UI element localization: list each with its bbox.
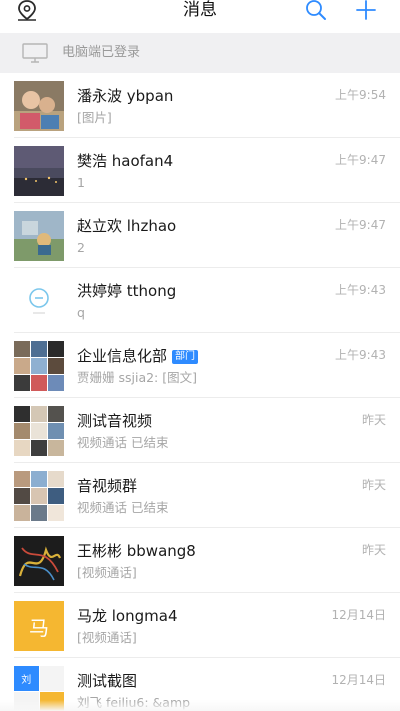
chat-preview: 1 <box>77 175 85 190</box>
chat-preview: [图片] <box>77 110 112 125</box>
search-icon[interactable] <box>304 0 328 22</box>
avatar: 马 <box>14 601 64 651</box>
avatar-initial: 马 <box>29 615 49 640</box>
chat-list: 潘永波 ybpan [图片] 上午9:54 樊浩 haofan4 1 上午9:4… <box>0 73 400 711</box>
chat-name: 测试音视频 <box>77 412 153 430</box>
chat-preview: 贾姗姗 ssjia2: [图文] <box>77 370 197 385</box>
group-name: 企业信息化部 <box>77 347 168 365</box>
avatar <box>14 211 64 261</box>
group-avatar <box>14 471 64 521</box>
chat-name: 洪婷婷 tthong <box>77 282 177 300</box>
chat-time: 昨天 <box>361 478 386 492</box>
chat-time: 上午9:43 <box>335 283 386 297</box>
department-badge: 部门 <box>172 350 199 364</box>
avatar <box>14 146 64 196</box>
chat-preview: 视频通话 已结束 <box>77 500 169 515</box>
chat-name: 马龙 longma4 <box>77 607 178 625</box>
chat-row[interactable]: 赵立欢 lhzhao 2 上午9:47 <box>0 203 400 268</box>
chat-row[interactable]: 音视频群 视频通话 已结束 昨天 <box>0 463 400 528</box>
chat-row[interactable]: 王彬彬 bbwang8 [视频通话] 昨天 <box>0 528 400 593</box>
group-avatar <box>14 406 64 456</box>
chat-time: 昨天 <box>361 413 386 427</box>
chat-name: 潘永波 ybpan <box>77 87 174 105</box>
chat-row[interactable]: 马 马龙 longma4 [视频通话] 12月14日 <box>0 593 400 658</box>
avatar <box>14 276 64 326</box>
avatar-initial: 刘 <box>14 666 39 691</box>
chat-row[interactable]: 测试音视频 视频通话 已结束 昨天 <box>0 398 400 463</box>
chat-time: 上午9:54 <box>335 88 386 102</box>
bottom-edge <box>0 700 400 711</box>
chat-time: 12月14日 <box>331 608 386 622</box>
page-title: 消息 <box>183 0 217 20</box>
monitor-icon <box>22 43 48 63</box>
chat-preview: 视频通话 已结束 <box>77 435 169 450</box>
chat-preview: q <box>77 305 85 320</box>
pc-login-text: 电脑端已登录 <box>62 45 141 60</box>
pc-login-banner[interactable]: 电脑端已登录 <box>0 33 400 73</box>
chat-time: 上午9:47 <box>335 218 386 232</box>
chat-preview: 2 <box>77 240 85 255</box>
chat-row[interactable]: 洪婷婷 tthong q 上午9:43 <box>0 268 400 333</box>
chat-name: 企业信息化部 部门 <box>77 346 199 366</box>
chat-name: 音视频群 <box>77 477 138 495</box>
avatar <box>14 81 64 131</box>
chat-name: 测试截图 <box>77 672 138 690</box>
chat-row[interactable]: 潘永波 ybpan [图片] 上午9:54 <box>0 73 400 138</box>
chat-time: 上午9:47 <box>335 153 386 167</box>
chat-row[interactable]: 企业信息化部 部门 贾姗姗 ssjia2: [图文] 上午9:43 <box>0 333 400 398</box>
top-nav-bar: 消息 <box>0 0 400 33</box>
chat-name: 王彬彬 bbwang8 <box>77 542 196 560</box>
avatar <box>14 536 64 586</box>
chat-preview: [视频通话] <box>77 565 137 580</box>
group-avatar <box>14 341 64 391</box>
chat-time: 昨天 <box>361 543 386 557</box>
chat-time: 上午9:43 <box>335 348 386 362</box>
chat-name: 赵立欢 lhzhao <box>77 217 177 235</box>
chat-time: 12月14日 <box>331 673 386 687</box>
chat-preview: [视频通话] <box>77 630 137 645</box>
chat-name: 樊浩 haofan4 <box>77 152 174 170</box>
add-icon[interactable] <box>354 0 378 22</box>
chat-row[interactable]: 樊浩 haofan4 1 上午9:47 <box>0 138 400 203</box>
